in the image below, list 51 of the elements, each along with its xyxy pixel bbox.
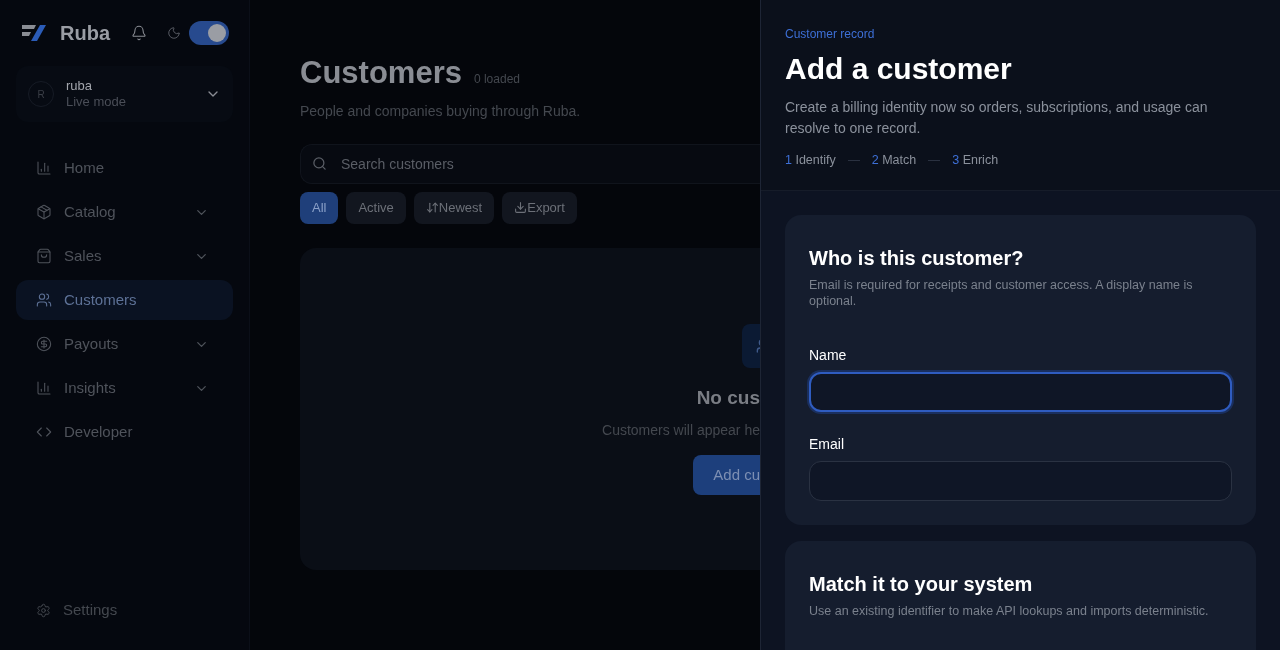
users-icon xyxy=(36,292,52,308)
nav-item[interactable]: Customers xyxy=(16,280,233,320)
moon-icon xyxy=(167,26,181,40)
code-icon xyxy=(36,424,52,440)
section-description: Email is required for receipts and customer access. A display name is optional. xyxy=(809,276,1194,309)
theme-toggle[interactable] xyxy=(189,21,229,45)
input-field[interactable] xyxy=(809,371,1232,412)
search-field[interactable]: Search customers xyxy=(300,143,760,184)
section-title: Who is this customer? xyxy=(809,245,1025,271)
step-label: 3 Enrich xyxy=(952,152,999,169)
bar-chart-icon xyxy=(36,380,52,396)
nav-item[interactable]: Sales xyxy=(16,236,233,276)
account-mode: Live mode xyxy=(66,94,126,110)
filter-chip[interactable]: All xyxy=(300,191,339,224)
input-field[interactable] xyxy=(809,460,1232,501)
add-customer-button[interactable]: Add cu xyxy=(693,455,760,495)
section-description: Use an existing identifier to make API lookups and imports deterministic. xyxy=(809,602,1210,619)
field-label: Email xyxy=(809,434,845,454)
settings-link[interactable]: Settings xyxy=(16,594,233,626)
count-label: 0 loaded xyxy=(473,71,520,88)
page-title: Customers xyxy=(300,54,462,92)
page-subtitle: People and companies buying through Ruba. xyxy=(300,101,582,121)
nav-item[interactable]: Insights xyxy=(16,368,233,408)
notifications-icon[interactable] xyxy=(131,25,147,41)
package-icon xyxy=(36,204,52,220)
filter-chip[interactable]: Newest xyxy=(413,191,495,224)
step-label: 2 Match xyxy=(871,152,917,169)
filter-chip[interactable]: Export xyxy=(502,191,577,224)
drawer-description: Create a billing identity now so orders, subscriptions, and usage can resolve to one record. xyxy=(785,98,1209,138)
account-name: ruba xyxy=(66,78,94,94)
step-label: 1 Identify xyxy=(785,152,836,169)
logo-icon xyxy=(20,23,48,43)
settings-icon xyxy=(36,602,51,618)
brand-name: Ruba xyxy=(60,21,110,46)
nav-item[interactable]: Catalog xyxy=(16,192,233,232)
bag-icon xyxy=(36,248,52,264)
empty-state-title: No cus xyxy=(696,385,760,410)
bar-chart-icon xyxy=(36,160,52,176)
drawer-eyebrow: Customer record xyxy=(785,26,876,43)
filter-chip[interactable]: Active xyxy=(346,191,406,224)
search-icon xyxy=(312,155,327,171)
field-label: Name xyxy=(809,345,848,365)
nav-item[interactable]: Home xyxy=(16,148,233,188)
dollar-icon xyxy=(36,336,52,352)
drawer-title: Add a customer xyxy=(785,51,1013,87)
nav-item[interactable]: Developer xyxy=(16,412,233,452)
download-icon xyxy=(514,201,528,214)
empty-state-text: Customers will appear he xyxy=(602,421,760,440)
nav-item[interactable]: Payouts xyxy=(16,324,233,364)
sort-icon xyxy=(425,201,439,214)
section-title: Match it to your system xyxy=(809,571,1034,597)
